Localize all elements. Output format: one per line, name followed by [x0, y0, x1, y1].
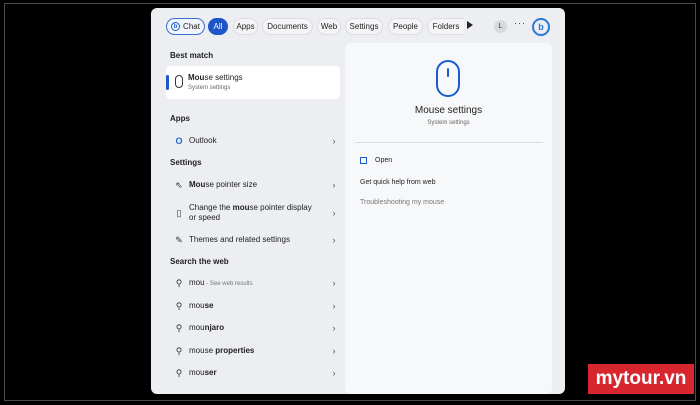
bing-icon: b: [171, 22, 181, 31]
quick-help-action[interactable]: Get quick help from web: [360, 179, 435, 186]
list-item-outlook[interactable]: O Outlook ›: [166, 130, 340, 152]
selection-indicator: [166, 75, 169, 90]
settings-heading: Settings: [170, 158, 202, 167]
search-panel: b Chat All Apps Documents Web Settings P…: [151, 8, 565, 394]
list-item-themes[interactable]: ✎ Themes and related settings ›: [166, 229, 340, 251]
web-result-item[interactable]: ⚲ mouser ›: [166, 362, 340, 384]
chevron-right-icon: ›: [332, 346, 336, 356]
documents-filter-button[interactable]: Documents: [262, 18, 313, 35]
open-action[interactable]: Open: [375, 157, 392, 164]
chevron-right-icon: ›: [332, 136, 336, 146]
chat-label: Chat: [183, 22, 200, 31]
more-filters-play-icon[interactable]: [467, 21, 473, 29]
chevron-right-icon: ›: [332, 301, 336, 311]
preview-title: Mouse settings: [414, 105, 483, 116]
search-icon: ⚲: [175, 322, 183, 333]
mouse-icon: [175, 75, 183, 88]
web-result-item[interactable]: ⚲ mou - See web results ›: [166, 272, 340, 294]
settings-filter-button[interactable]: Settings: [345, 18, 383, 35]
web-result-item[interactable]: ⚲ mouse ›: [166, 295, 340, 317]
brush-icon: ✎: [175, 234, 183, 245]
mouse-icon: [436, 60, 460, 97]
search-icon: ⚲: [175, 345, 183, 356]
chevron-right-icon: ›: [332, 208, 336, 218]
preview-subtitle: System settings: [427, 120, 470, 126]
chevron-right-icon: ›: [332, 368, 336, 378]
web-heading: Search the web: [170, 257, 229, 266]
pointer-icon: ⇖: [175, 179, 183, 190]
filter-bar: b Chat All Apps Documents Web Settings P…: [151, 8, 565, 46]
search-icon: ⚲: [175, 300, 183, 311]
apps-heading: Apps: [170, 114, 190, 123]
chevron-right-icon: ›: [332, 323, 336, 333]
troubleshoot-action[interactable]: Troubleshooting my mouse: [360, 199, 444, 206]
list-item-pointer-display[interactable]: ▯ Change the mouse pointer display or spe…: [166, 200, 340, 226]
search-icon: ⚲: [175, 277, 183, 288]
people-filter-button[interactable]: People: [388, 18, 423, 35]
avatar[interactable]: L: [494, 20, 507, 33]
watermark-logo: mytour.vn: [588, 364, 694, 394]
chat-filter-button[interactable]: b Chat: [166, 18, 205, 35]
chevron-right-icon: ›: [332, 180, 336, 190]
best-match-title: Mouse settings: [188, 73, 243, 82]
list-item-pointer-size[interactable]: ⇖ Mouse pointer size ›: [166, 174, 340, 196]
mouse-icon: ▯: [176, 207, 182, 218]
best-match-item[interactable]: Mouse settings System settings: [166, 66, 340, 99]
chevron-right-icon: ›: [332, 235, 336, 245]
outlook-icon: O: [175, 136, 183, 146]
open-icon: [360, 157, 367, 164]
folders-filter-button[interactable]: Folders: [427, 18, 464, 35]
more-options-icon[interactable]: ···: [514, 18, 526, 28]
web-result-item[interactable]: ⚲ mounjaro ›: [166, 317, 340, 339]
preview-pane: Mouse settings System settings Open Get …: [345, 43, 552, 394]
best-match-heading: Best match: [170, 51, 214, 60]
apps-filter-button[interactable]: Apps: [233, 18, 258, 35]
web-filter-button[interactable]: Web: [317, 18, 341, 35]
all-filter-button[interactable]: All: [208, 18, 228, 35]
best-match-subtitle: System settings: [188, 85, 231, 91]
results-list: Best match Mouse settings System setting…: [151, 46, 345, 394]
divider: [355, 142, 543, 143]
search-icon: ⚲: [175, 367, 183, 378]
web-result-item[interactable]: ⚲ mouse properties ›: [166, 340, 340, 362]
bing-chat-icon[interactable]: b: [532, 18, 550, 36]
chevron-right-icon: ›: [332, 278, 336, 288]
